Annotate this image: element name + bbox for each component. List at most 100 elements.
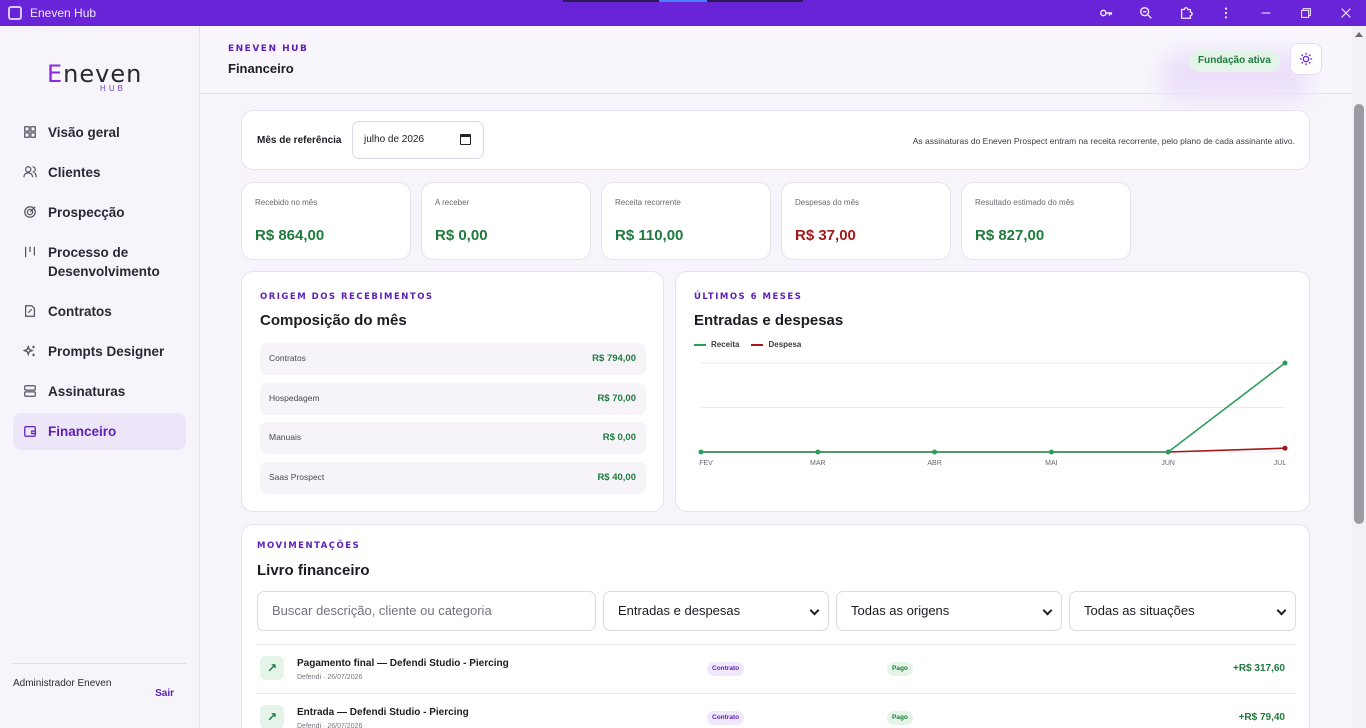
main-content: ENEVEN HUB Financeiro Fundação ativa Mês… [200, 26, 1352, 728]
composition-title: Composição do mês [260, 312, 407, 329]
page-eyebrow: ENEVEN HUB [228, 44, 309, 54]
stat-value: R$ 37,00 [795, 227, 856, 244]
theme-toggle-button[interactable] [1290, 43, 1322, 75]
reference-month-card: Mês de referência julho de 2026 As assin… [241, 110, 1310, 170]
origin-filter-select[interactable]: Todas as origens [836, 591, 1062, 631]
stat-value: R$ 0,00 [435, 227, 488, 244]
legend-item: Receita [694, 340, 739, 349]
page-scrollbar[interactable] [1352, 26, 1366, 728]
sidebar-item-label: Clientes [48, 165, 101, 180]
sun-icon [1299, 52, 1313, 66]
ledger-eyebrow: MOVIMENTAÇÕES [257, 541, 361, 551]
x-tick-label: ABR [927, 460, 941, 467]
restore-icon[interactable] [1286, 0, 1326, 26]
sidebar-item-visao-geral[interactable]: Visão geral [13, 114, 186, 151]
data-point[interactable] [1282, 360, 1288, 366]
legend-swatch [751, 343, 764, 346]
stat-card: A receber R$ 0,00 [421, 182, 591, 260]
entry-description: Pagamento final — Defendi Studio - Pierc… [297, 658, 509, 669]
page-title: Financeiro [228, 61, 294, 76]
data-point[interactable] [698, 449, 704, 455]
chevron-down-icon [1276, 605, 1287, 616]
trend-title: Entradas e despesas [694, 312, 844, 329]
reference-month-value: julho de 2026 [364, 134, 425, 145]
sidebar-item-assinaturas[interactable]: Assinaturas [13, 373, 186, 410]
data-point[interactable] [1048, 449, 1054, 455]
x-tick-label: JUN [1161, 460, 1175, 467]
data-point[interactable] [815, 449, 821, 455]
composition-card: ORIGEM DOS RECEBIMENTOS Composição do mê… [241, 271, 664, 512]
stat-label: Resultado estimado do mês [975, 198, 1075, 207]
stat-card: Receita recorrente R$ 110,00 [601, 182, 771, 260]
composition-value: R$ 794,00 [592, 353, 636, 364]
trend-eyebrow: ÚLTIMOS 6 MESES [694, 292, 803, 302]
more-icon[interactable] [1206, 0, 1246, 26]
sidebar-item-contratos[interactable]: Contratos [13, 293, 186, 330]
stat-label: Receita recorrente [615, 198, 681, 207]
brand-logo[interactable]: Eneven HUB [47, 60, 157, 94]
sparkles-icon [22, 344, 37, 358]
ledger-card: MOVIMENTAÇÕES Livro financeiro Buscar de… [241, 524, 1310, 728]
data-point[interactable] [932, 449, 938, 455]
window-title: Eneven Hub [30, 6, 97, 20]
sidebar-item-prompts-designer[interactable]: Prompts Designer [13, 333, 186, 370]
page-header: ENEVEN HUB Financeiro Fundação ativa [200, 26, 1352, 101]
scroll-up-icon[interactable] [1355, 32, 1363, 37]
reference-month-input[interactable]: julho de 2026 [352, 121, 484, 159]
composition-row: Hospedagem R$ 70,00 [260, 382, 646, 415]
composition-value: R$ 40,00 [597, 471, 636, 483]
sidebar-item-clientes[interactable]: Clientes [13, 154, 186, 191]
sidebar-item-processo-de-desenvolvimento[interactable]: Processo de Desenvolvimento [13, 234, 186, 290]
reference-note: As assinaturas do Eneven Prospect entram… [912, 136, 1295, 146]
composition-name: Manuais [269, 432, 302, 442]
legend-swatch [694, 343, 706, 346]
entry-meta: Defendi · 26/07/2026 [297, 723, 363, 728]
grid-icon [23, 125, 37, 139]
calendar-icon[interactable] [460, 134, 471, 145]
close-icon[interactable] [1326, 0, 1366, 26]
users-icon [23, 165, 37, 179]
type-filter-select[interactable]: Entradas e despesas [603, 591, 829, 631]
status-badge: Fundação ativa [1189, 50, 1280, 72]
trend-chart-card: ÚLTIMOS 6 MESES Entradas e despesas Rece… [675, 271, 1310, 512]
document-icon [23, 304, 37, 318]
sidebar-item-label: Prospecção [48, 205, 125, 220]
table-row[interactable]: ↗ Entrada — Defendi Studio - Piercing Defe… [257, 693, 1295, 728]
composition-value: R$ 0,00 [602, 432, 636, 443]
entry-status-badge: Pago [887, 711, 913, 725]
stat-value: R$ 827,00 [975, 227, 1045, 244]
table-row[interactable]: ↗ Pagamento final — Defendi Studio - Pier… [257, 644, 1295, 693]
composition-name: Hospedagem [269, 392, 320, 403]
entry-amount: +R$ 317,60 [1233, 663, 1285, 674]
x-tick-label: FEV [699, 460, 713, 467]
x-tick-label: JUL [1274, 460, 1287, 467]
data-point[interactable] [1282, 445, 1288, 451]
sidebar: Eneven HUB Visão geral Clientes Prospecção… [0, 26, 200, 728]
extensions-icon[interactable] [1166, 0, 1206, 26]
titlebar-indicator [563, 0, 803, 2]
data-point[interactable] [1165, 449, 1171, 455]
entry-meta: Defendi · 26/07/2026 [297, 674, 363, 681]
stat-card: Recebido no mês R$ 864,00 [241, 182, 411, 260]
chevron-down-icon [1042, 605, 1053, 616]
wallet-icon [23, 424, 37, 438]
search-input[interactable]: Buscar descrição, cliente ou categoria [257, 591, 596, 631]
scrollbar-thumb[interactable] [1354, 104, 1364, 524]
minimize-icon[interactable] [1246, 0, 1286, 26]
key-icon[interactable] [1086, 0, 1126, 26]
reference-label: Mês de referência [257, 135, 342, 146]
entry-kind-badge: Contrato [707, 711, 745, 725]
stat-card: Resultado estimado do mês R$ 827,00 [961, 182, 1131, 260]
sidebar-item-prospeccao[interactable]: Prospecção [13, 194, 186, 231]
stat-label: Despesas do mês [795, 198, 860, 207]
sidebar-item-financeiro[interactable]: Financeiro [13, 413, 186, 450]
status-filter-select[interactable]: Todas as situações [1069, 591, 1296, 631]
entry-kind-badge: Contrato [707, 662, 745, 676]
logout-link[interactable]: Sair [155, 688, 174, 699]
composition-name: Contratos [269, 353, 306, 363]
composition-row: Contratos R$ 794,00 [260, 343, 646, 375]
zoom-icon[interactable] [1126, 0, 1166, 26]
sidebar-item-label: Prompts Designer [48, 344, 165, 359]
composition-name: Saas Prospect [269, 471, 325, 482]
arrow-up-right-icon: ↗ [260, 705, 284, 728]
